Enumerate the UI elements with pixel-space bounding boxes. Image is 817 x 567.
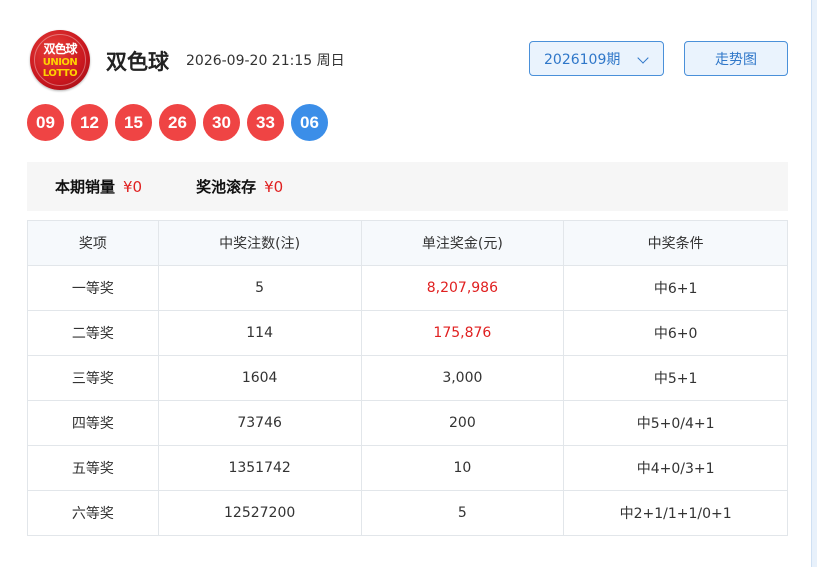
prize-amount: 3,000	[360, 355, 565, 401]
red-ball: 09	[27, 104, 64, 141]
winner-count: 1351742	[157, 445, 362, 491]
winner-count: 12527200	[157, 490, 362, 536]
sales-item: 本期销量 ¥0	[55, 176, 142, 197]
logo-text-bottom: LOTTO	[42, 68, 78, 79]
issue-select-value: 2026109期	[544, 51, 621, 68]
column-header: 奖项	[27, 220, 159, 266]
sales-value: ¥0	[123, 177, 143, 196]
prize-amount: 5	[360, 490, 565, 536]
prize-level: 一等奖	[27, 265, 159, 311]
column-header: 中奖注数(注)	[157, 220, 362, 266]
prize-level: 三等奖	[27, 355, 159, 401]
column-header: 单注奖金(元)	[360, 220, 565, 266]
winner-count: 114	[157, 310, 362, 356]
table-row: 五等奖 1351742 10 中4+0/3+1	[27, 445, 788, 491]
table-row: 二等奖 114 175,876 中6+0	[27, 310, 788, 356]
logo-text-mid: UNION	[42, 57, 78, 68]
pool-item: 奖池滚存 ¥0	[196, 176, 283, 197]
winner-count: 73746	[157, 400, 362, 446]
red-ball: 33	[247, 104, 284, 141]
prize-amount: 10	[360, 445, 565, 491]
chevron-down-icon	[637, 52, 649, 64]
blue-ball: 06	[291, 104, 328, 141]
prize-table: 奖项 中奖注数(注) 单注奖金(元) 中奖条件 一等奖 5 8,207,986 …	[27, 220, 788, 536]
prize-amount: 8,207,986	[360, 265, 565, 311]
pool-label: 奖池滚存	[196, 178, 257, 196]
prize-level: 五等奖	[27, 445, 159, 491]
union-lotto-logo: 双色球 UNION LOTTO	[30, 30, 90, 90]
trend-chart-button[interactable]: 走势图	[684, 41, 788, 76]
table-row: 六等奖 12527200 5 中2+1/1+1/0+1	[27, 490, 788, 536]
win-condition: 中6+1	[563, 265, 788, 311]
prize-level: 四等奖	[27, 400, 159, 446]
win-condition: 中5+0/4+1	[563, 400, 788, 446]
red-ball: 30	[203, 104, 240, 141]
table-header-row: 奖项 中奖注数(注) 单注奖金(元) 中奖条件	[27, 220, 788, 266]
prize-amount: 175,876	[360, 310, 565, 356]
prize-level: 六等奖	[27, 490, 159, 536]
column-header: 中奖条件	[563, 220, 788, 266]
win-condition: 中4+0/3+1	[563, 445, 788, 491]
win-condition: 中6+0	[563, 310, 788, 356]
pool-value: ¥0	[264, 177, 284, 196]
red-ball: 26	[159, 104, 196, 141]
table-row: 一等奖 5 8,207,986 中6+1	[27, 265, 788, 311]
winner-count: 1604	[157, 355, 362, 401]
table-row: 三等奖 1604 3,000 中5+1	[27, 355, 788, 401]
page-title: 双色球	[106, 50, 169, 74]
sales-summary: 本期销量 ¥0 奖池滚存 ¥0	[27, 162, 788, 211]
sales-label: 本期销量	[55, 178, 116, 196]
prize-amount: 200	[360, 400, 565, 446]
page-header: 双色球 UNION LOTTO 双色球 2026-09-20 21:15 周日 …	[30, 30, 788, 90]
winning-numbers: 09 12 15 26 30 33 06	[27, 104, 335, 142]
issue-select[interactable]: 2026109期	[529, 41, 664, 76]
red-ball: 15	[115, 104, 152, 141]
draw-datetime: 2026-09-20 21:15 周日	[186, 53, 345, 69]
red-ball: 12	[71, 104, 108, 141]
logo-text-top: 双色球	[43, 42, 77, 56]
scrollbar-track[interactable]	[811, 0, 817, 567]
win-condition: 中5+1	[563, 355, 788, 401]
winner-count: 5	[157, 265, 362, 311]
win-condition: 中2+1/1+1/0+1	[563, 490, 788, 536]
prize-level: 二等奖	[27, 310, 159, 356]
table-row: 四等奖 73746 200 中5+0/4+1	[27, 400, 788, 446]
